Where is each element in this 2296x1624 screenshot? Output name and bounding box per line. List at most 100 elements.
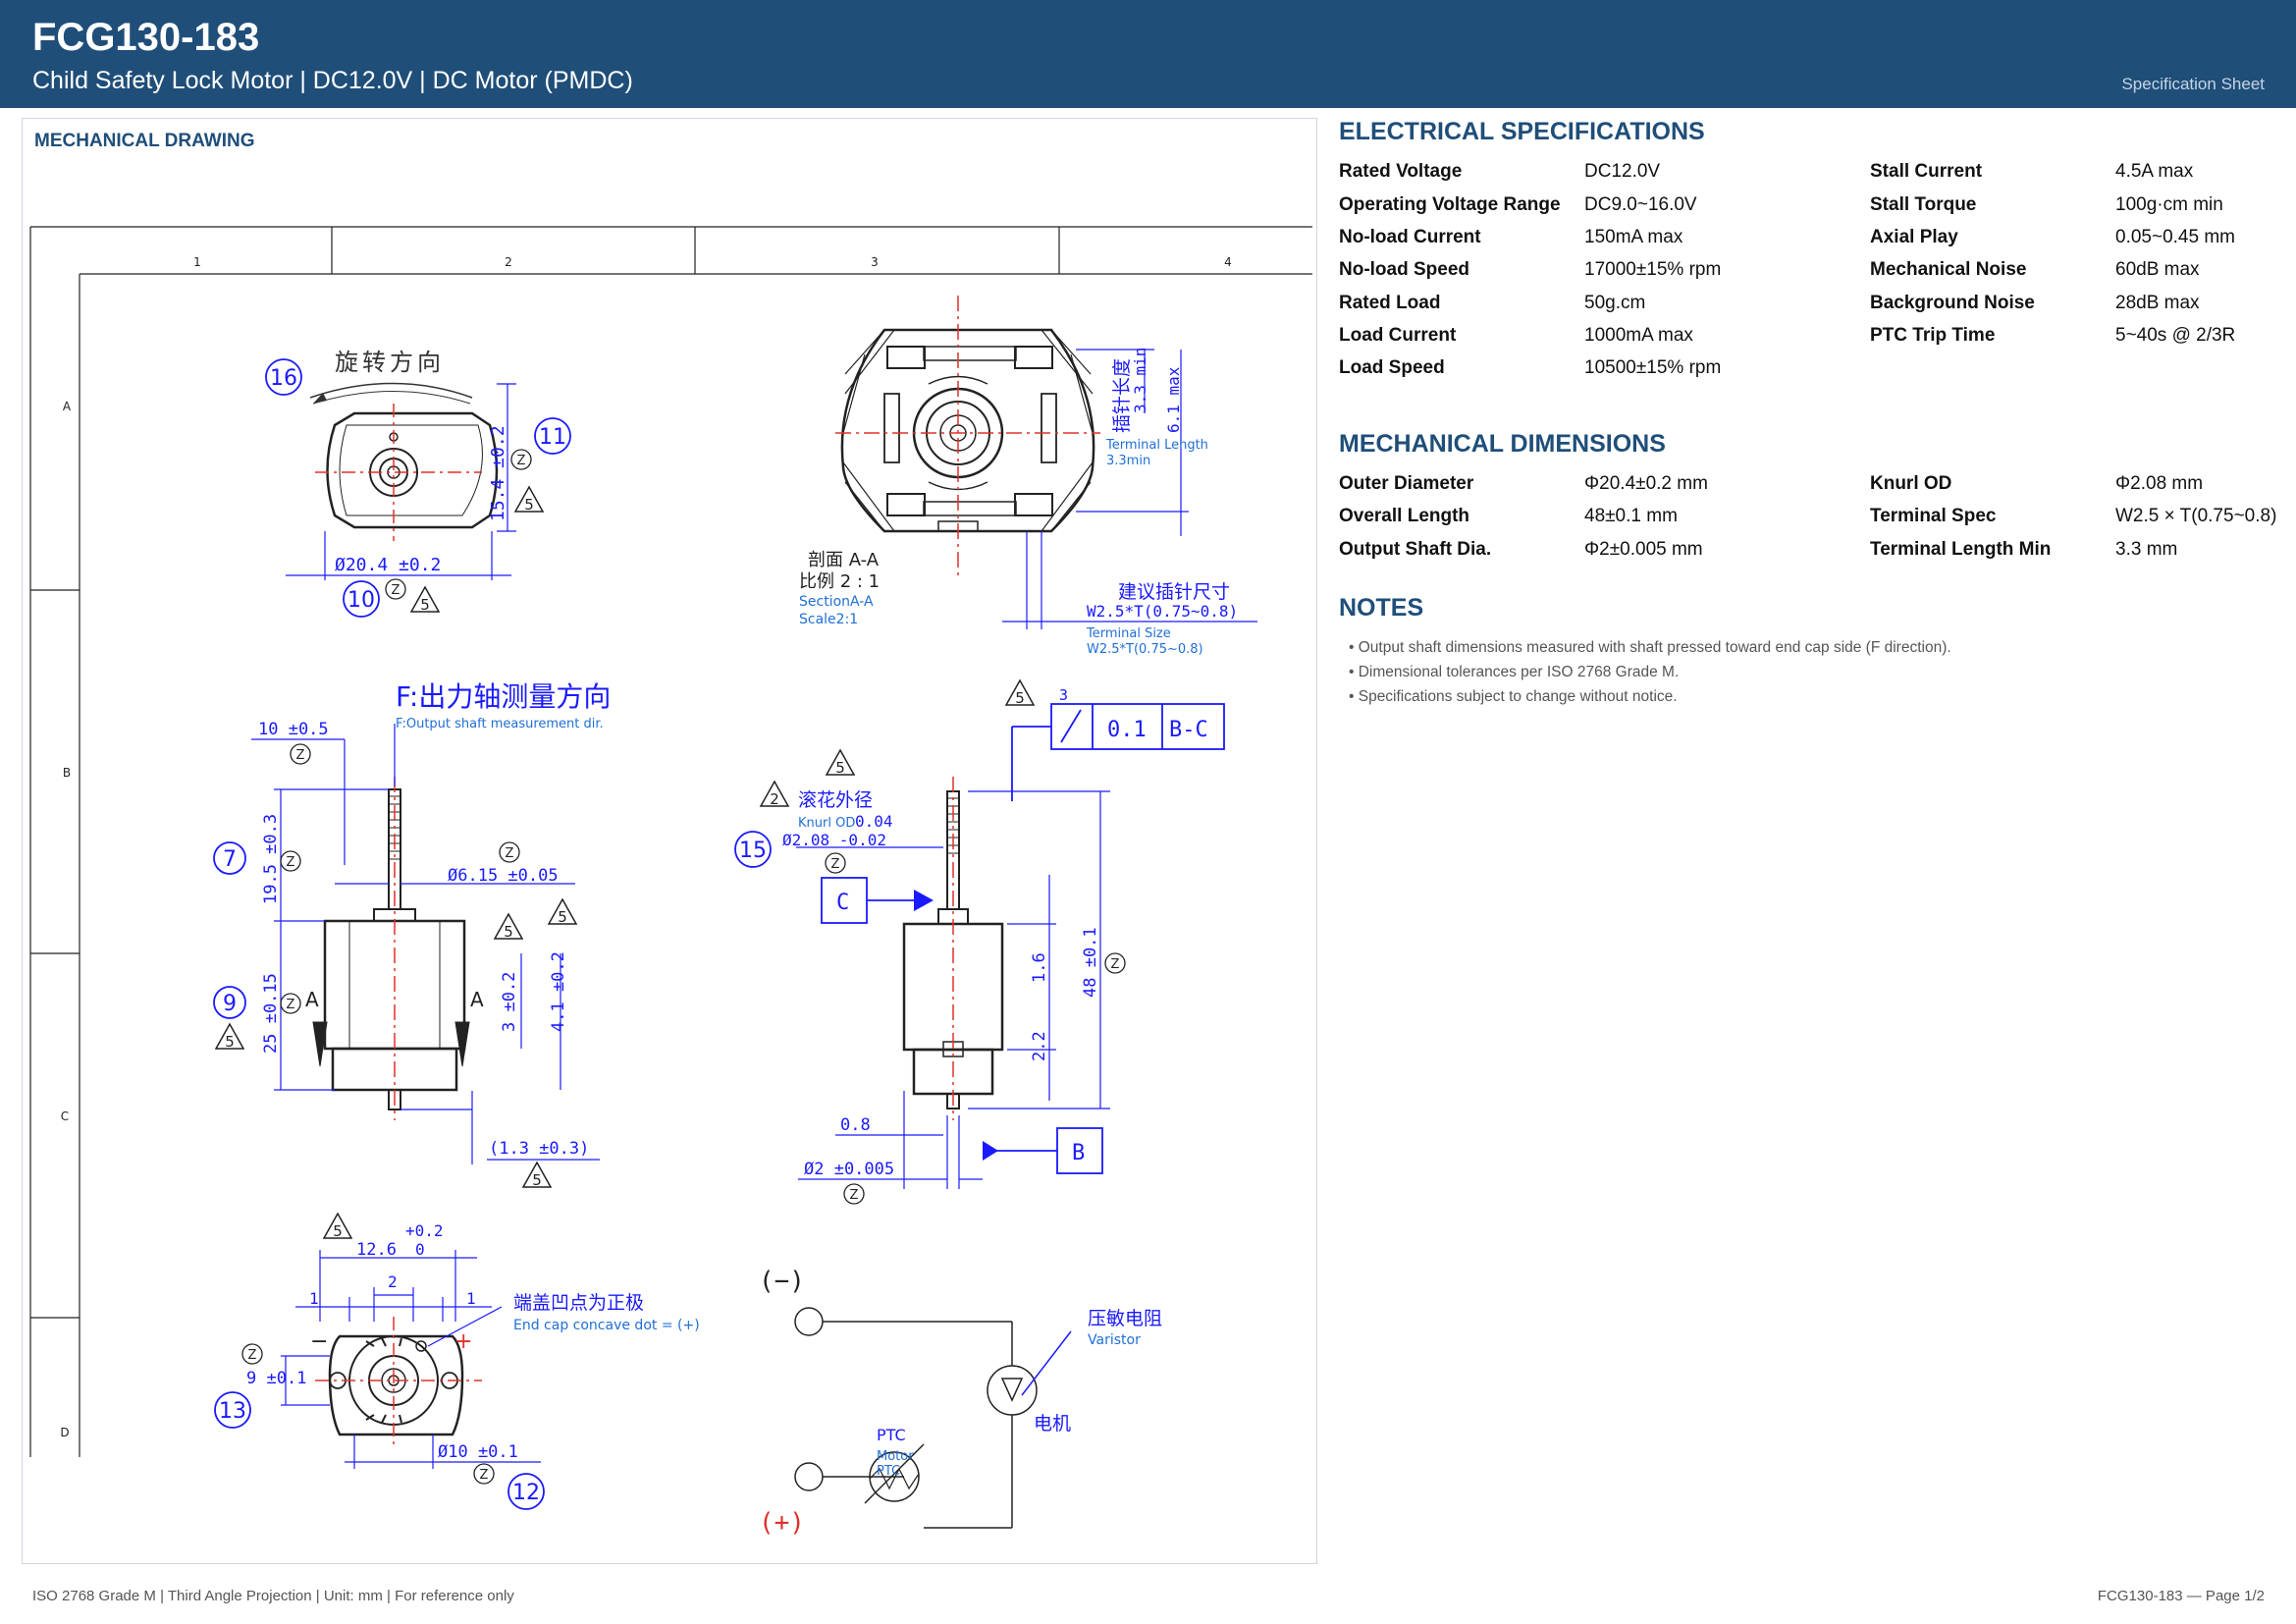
triangle-5-f: 5 [558,908,567,926]
z-marker-8: Z [1111,957,1120,972]
section-marker-a-right: A [470,988,484,1011]
spec-value: DC12.0V [1584,161,1661,182]
spec-label: No-load Speed [1339,259,1470,280]
spec-value: Φ2.08 mm [2115,473,2204,494]
knurl-en-label: Knurl OD [798,816,855,831]
spec-row: Rated Voltage [1339,161,1462,183]
spec-row: Knurl OD [1870,473,1951,495]
z-marker-1: Z [517,454,526,468]
side-view-left [312,788,470,1110]
spec-label: Stall Current [1870,161,1983,182]
spec-label: Terminal Spec [1870,506,1997,526]
spec-value: 1000mA max [1584,325,1693,346]
spec-row: Stall Torque [1870,194,1976,216]
spec-value: 4.5A max [2115,161,2194,182]
grid-col-4: 4 [1224,255,1232,269]
spec-row: Terminal Length Min [1870,539,2051,561]
dims-end-cap [281,1250,541,1469]
datum-c-triangle [914,890,934,911]
end-view-top [309,382,499,541]
notes-title: NOTES [1339,594,1424,622]
knurl-dia-label: Ø2.08 -0.02 [782,831,886,849]
balloon-9: 9 [223,992,237,1016]
terminal-size-en-label: Terminal Size [1086,626,1171,641]
balloon-7: 7 [223,847,237,872]
motor-ptc-label-2: PTC [877,1464,900,1479]
terminal-length-en-label: Terminal Length [1105,438,1208,453]
datum-b-triangle [983,1141,998,1161]
note-item: • Output shaft dimensions measured with … [1349,639,1951,656]
triangle-5-e: 5 [504,923,513,941]
dim-10: 10 ±0.5 [258,720,329,739]
f-direction-en-label: F:Output shaft measurement dir. [396,717,604,731]
sheet-label: Specification Sheet [2121,75,2265,93]
spec-row: Background Noise [1870,293,2035,314]
minus-sign: − [310,1329,328,1354]
note-item: • Dimensional tolerances per ISO 2768 Gr… [1349,664,1680,680]
motor-cn-label: 电机 [1034,1413,1071,1435]
f-direction-cn-label: F:出力轴测量方向 [396,680,611,713]
spec-label: Output Shaft Dia. [1339,539,1492,560]
terminal-min-label: 3.3 min [1131,348,1149,413]
grid-row-c: C [61,1110,69,1123]
balloon-13: 13 [219,1399,246,1424]
spec-label: Terminal Length Min [1870,539,2052,560]
dim-12-6-tol: +0.2 [405,1221,444,1240]
spec-value: DC9.0~16.0V [1584,194,1697,215]
datum-b-label: B [1072,1141,1085,1165]
section-en-label: SectionA-A [799,594,874,610]
spec-row: Rated Load [1339,293,1440,314]
terminal-length-val-label: 3.3min [1106,454,1150,468]
z-marker-10: Z [248,1348,257,1363]
dim-25: 25 ±0.15 [261,973,281,1054]
page-title: FCG130-183 [32,16,260,59]
gdt-frame [821,703,1225,1174]
dim-48: 48 ±0.1 [1081,927,1100,998]
spec-label: Rated Voltage [1339,161,1463,182]
balloon-12: 12 [512,1481,540,1505]
section-marker-a-left: A [305,988,319,1011]
plus-sign: + [454,1329,472,1354]
end-cap-cn-label: 端盖凹点为正极 [513,1292,644,1314]
gdt-datum-bc: B-C [1169,718,1208,742]
grid-row-d: D [60,1426,69,1439]
dim-1-right: 1 [466,1289,476,1308]
z-marker-3: Z [296,748,305,763]
z-marker-4: Z [287,855,295,870]
z-marker-2: Z [392,583,400,598]
balloon-15: 15 [739,839,767,863]
dim-3: 3 ±0.2 [500,972,519,1032]
grid-col-1: 1 [193,255,201,269]
spec-row: No-load Current [1339,227,1481,248]
spec-value: 60dB max [2115,259,2200,280]
dim-dia-10: Ø10 ±0.1 [438,1442,518,1462]
footer-right: FCG130-183 — Page 1/2 [2097,1588,2265,1604]
rotation-direction-label: 旋转方向 [335,349,445,376]
mechanical-drawing: 1 2 3 4 A B C D 旋转方向 Ø20.4 ±0.2 15.4 ±0.… [29,226,1312,1538]
electrical-title: ELECTRICAL SPECIFICATIONS [1339,118,1705,145]
z-marker-6: Z [287,998,295,1012]
spec-value: Φ20.4±0.2 mm [1584,473,1708,494]
dim-dia-6-15: Ø6.15 ±0.05 [448,866,559,886]
spec-label: Stall Torque [1870,194,1977,215]
balloon-11: 11 [539,425,566,450]
z-marker-5: Z [506,846,514,861]
spec-value: 5~40s @ 2/3R [2115,325,2236,346]
spec-row: Operating Voltage Range [1339,194,1561,216]
balloon-10: 10 [347,588,375,613]
spec-label: PTC Trip Time [1870,325,1996,346]
grid-col-3: 3 [871,255,879,269]
dim-1-left: 1 [309,1289,319,1308]
spec-value: 28dB max [2115,293,2200,313]
dim-9: 9 ±0.1 [246,1369,306,1388]
z-marker-11: Z [480,1468,489,1483]
spec-label: Outer Diameter [1339,473,1474,494]
spec-value: 50g.cm [1584,293,1646,313]
terminal-length-cn-label: 插针长度 [1111,358,1133,433]
dims-side-left [251,724,600,1164]
dim-12-6-low: 0 [415,1240,425,1259]
spec-value: 3.3 mm [2115,539,2178,560]
section-aa-view [840,328,1095,533]
circuit-minus-label: (−) [759,1267,805,1296]
spec-label: Mechanical Noise [1870,259,2027,280]
